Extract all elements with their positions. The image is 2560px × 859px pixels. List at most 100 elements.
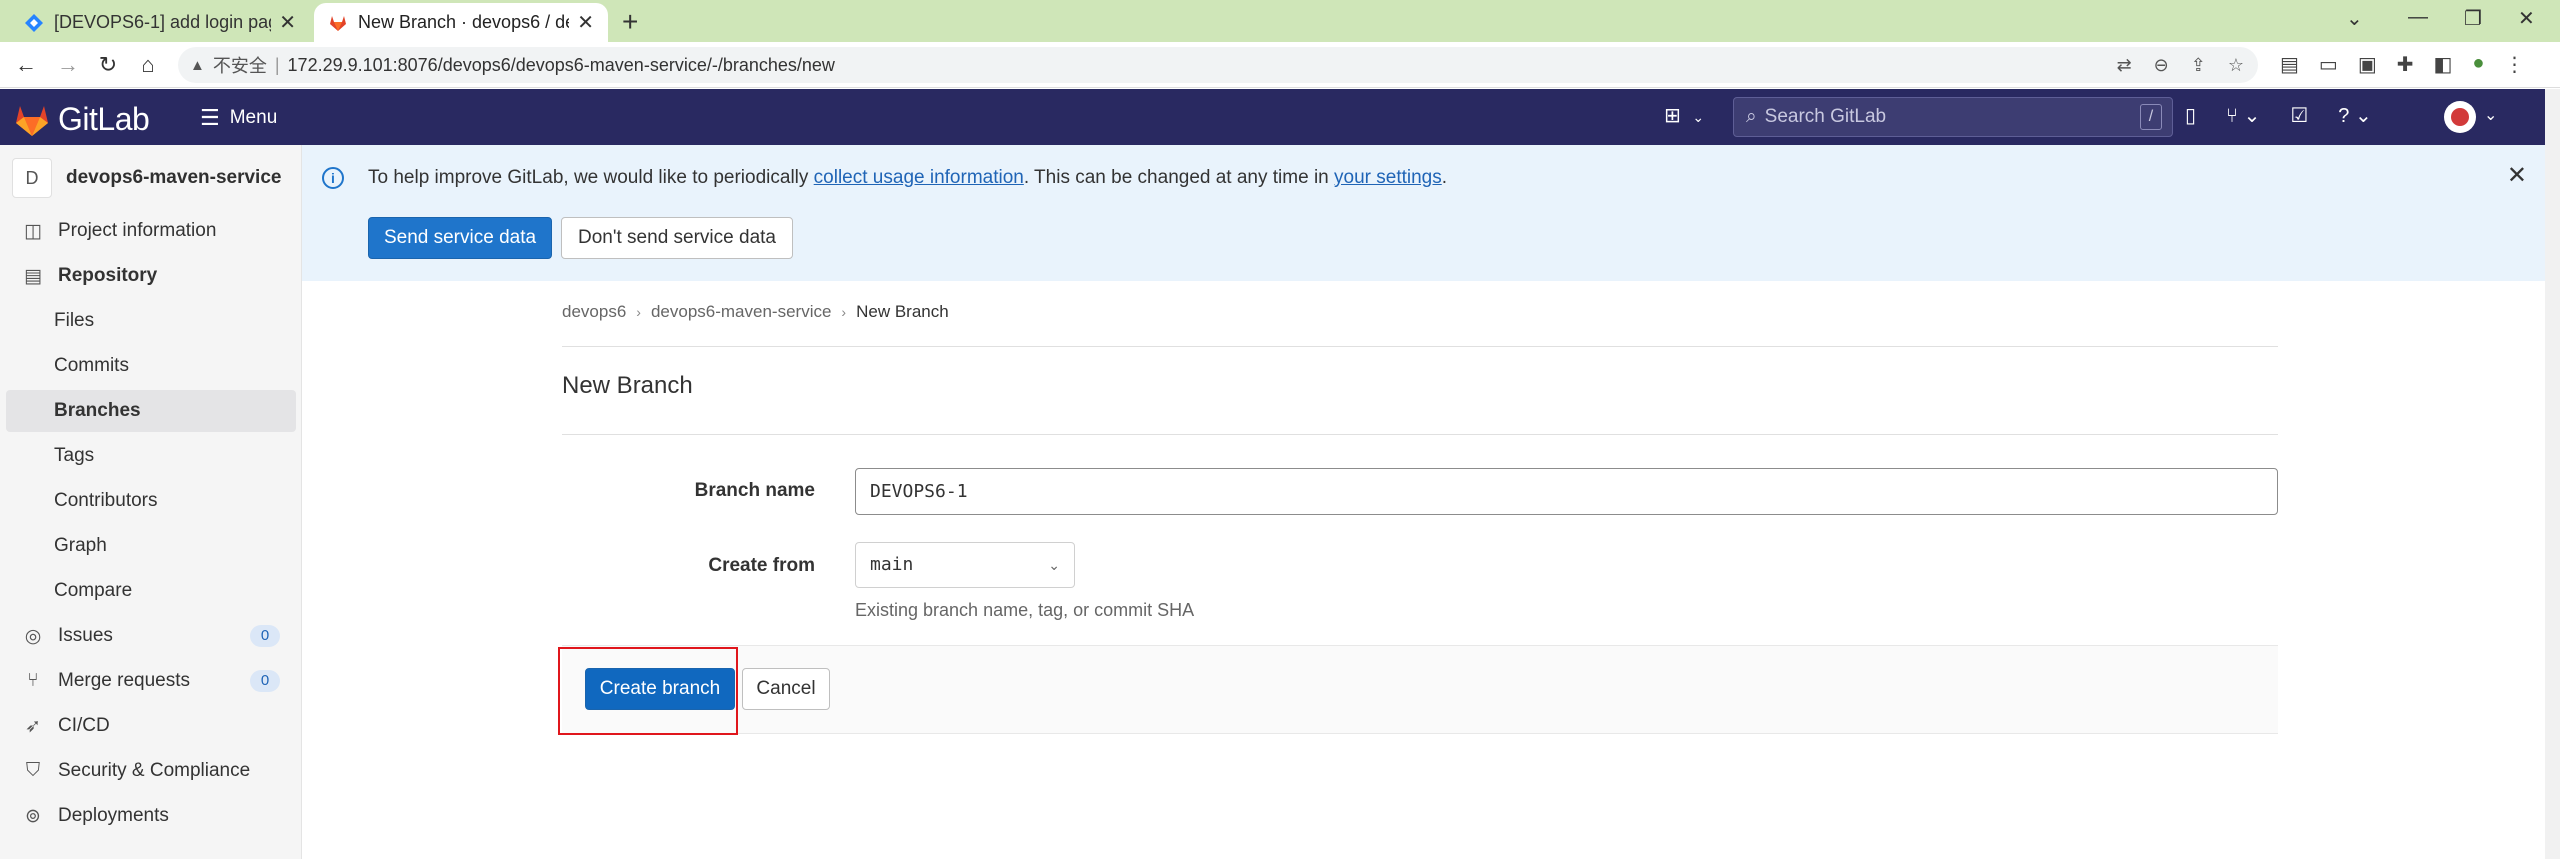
close-icon[interactable]: ✕ (279, 10, 296, 35)
profile-icon[interactable]: ● (2472, 52, 2484, 77)
chevron-down-icon[interactable]: ⌄ (2484, 105, 2497, 125)
new-dropdown[interactable]: ⊞ ⌄ (1664, 103, 1704, 128)
help-icon[interactable]: ? ⌄ (2338, 103, 2371, 128)
page-title: New Branch (562, 372, 693, 399)
banner-text: . This can be changed at any time in (1023, 167, 1335, 188)
sidebar-item-contributors[interactable]: Contributors (6, 480, 296, 522)
jira-icon (24, 13, 44, 33)
chevron-down-icon: ⌄ (1048, 557, 1060, 573)
avatar[interactable] (2444, 101, 2476, 133)
warning-icon: ▲ (190, 56, 205, 74)
back-arrow-icon[interactable]: ← (12, 51, 40, 79)
document-icon: ▤ (24, 265, 42, 287)
share-icon[interactable]: ⇪ (2191, 55, 2206, 76)
browser-tab-gitlab[interactable]: New Branch · devops6 / devop ✕ (314, 3, 608, 42)
breadcrumb-link-project[interactable]: devops6-maven-service (651, 302, 831, 322)
insecure-label: 不安全 (212, 56, 267, 76)
sidebar-item-label: Merge requests (58, 670, 191, 691)
banner-message: To help improve GitLab, we would like to… (368, 167, 1447, 189)
cancel-button[interactable]: Cancel (742, 668, 830, 710)
sidebar-item-deployments[interactable]: ⊚ Deployments (6, 795, 296, 837)
browser-tab-strip: [DEVOPS6-1] add login page ✕ New Branch … (0, 0, 2560, 42)
hamburger-icon: ☰ (200, 105, 220, 130)
chevron-right-icon: › (841, 304, 847, 320)
close-icon[interactable]: ✕ (2507, 161, 2527, 190)
close-icon[interactable]: ✕ (577, 10, 594, 35)
extensions-puzzle-icon[interactable]: ✚ (2397, 52, 2414, 77)
your-settings-link[interactable]: your settings (1334, 167, 1442, 188)
create-from-value: main (870, 554, 914, 575)
home-icon[interactable]: ⌂ (134, 51, 162, 79)
chevron-right-icon: › (636, 304, 641, 320)
sidebar-item-project-information[interactable]: ◫ Project information (6, 210, 296, 252)
sidebar-item-label: Security & Compliance (58, 760, 251, 781)
side-panel-icon[interactable]: ◧ (2433, 52, 2452, 77)
project-sidebar: D devops6-maven-service ◫ Project inform… (0, 145, 302, 859)
sidebar-item-label: Compare (54, 580, 133, 601)
zoom-icon[interactable]: ⊖ (2154, 55, 2169, 76)
deployments-icon: ⊚ (25, 805, 41, 827)
translate-icon[interactable]: ⇄ (2117, 55, 2132, 76)
minimize-icon[interactable]: — (2408, 6, 2428, 29)
scrollbar[interactable] (2545, 89, 2560, 859)
sidebar-item-issues[interactable]: ◎ Issues 0 (6, 615, 296, 657)
bookmark-star-icon[interactable]: ☆ (2228, 55, 2244, 76)
sidebar-item-tags[interactable]: Tags (6, 435, 296, 477)
new-tab-plus-icon[interactable]: + (622, 6, 638, 38)
info-book-icon: ◫ (24, 220, 42, 242)
sidebar-item-label: Issues (58, 625, 113, 646)
extension-screenshot-icon[interactable]: ▣ (2358, 52, 2377, 77)
merge-request-icon[interactable]: ⑂ ⌄ (2226, 103, 2260, 128)
branch-name-input[interactable]: DEVOPS6-1 (855, 468, 2278, 515)
sidebar-item-security-compliance[interactable]: ⛉ Security & Compliance (6, 750, 296, 792)
divider (562, 434, 2278, 435)
search-icon: ⌕ (1746, 106, 1757, 127)
sidebar-item-compare[interactable]: Compare (6, 570, 296, 612)
search-input[interactable]: ⌕ Search GitLab / (1733, 97, 2173, 137)
rocket-icon: ➶ (25, 715, 41, 737)
breadcrumb-current[interactable]: New Branch (856, 302, 949, 322)
tab-search-chevron-icon[interactable]: ⌄ (2346, 6, 2363, 31)
banner-text: . (1441, 167, 1448, 188)
browser-tab-jira[interactable]: [DEVOPS6-1] add login page ✕ (10, 3, 310, 42)
window-close-icon[interactable]: ✕ (2518, 6, 2535, 31)
highlight-annotation (558, 647, 738, 735)
issues-icon[interactable]: ▯ (2185, 103, 2196, 128)
gitlab-logo[interactable]: GitLab (14, 101, 150, 138)
gitlab-brand: GitLab (58, 101, 150, 137)
browser-menu-icon[interactable]: ⋮ (2504, 52, 2524, 77)
url-field[interactable]: ▲ 不安全 | 172.29.9.101:8076/devops6/devops… (178, 47, 2258, 83)
sidebar-item-ci-cd[interactable]: ➶ CI/CD (6, 705, 296, 747)
issues-count-badge: 0 (250, 625, 280, 647)
reload-icon[interactable]: ↻ (94, 51, 122, 79)
sidebar-item-label: Graph (54, 535, 107, 556)
project-avatar: D (12, 158, 52, 198)
chevron-down-icon: ⌄ (1692, 109, 1705, 125)
extension-card-icon[interactable]: ▭ (2319, 52, 2338, 77)
forward-arrow-icon[interactable]: → (54, 51, 82, 79)
sidebar-item-graph[interactable]: Graph (6, 525, 296, 567)
sidebar-project-header[interactable]: D devops6-maven-service (12, 158, 281, 198)
project-name: devops6-maven-service (66, 167, 282, 188)
sidebar-item-repository[interactable]: ▤ Repository (6, 255, 296, 297)
sidebar-item-merge-requests[interactable]: ⑂ Merge requests 0 (6, 660, 296, 702)
todo-check-icon[interactable]: ☑ (2290, 103, 2308, 128)
collect-usage-link[interactable]: collect usage information (814, 167, 1024, 188)
sidebar-item-label: Commits (54, 355, 129, 376)
search-placeholder: Search GitLab (1764, 106, 1887, 127)
breadcrumb-link-group[interactable]: devops6 (562, 302, 626, 322)
create-from-dropdown[interactable]: main ⌄ (855, 542, 1075, 588)
banner-text: To help improve GitLab, we would like to… (368, 167, 814, 188)
send-service-data-button[interactable]: Send service data (368, 217, 552, 259)
dont-send-service-data-button[interactable]: Don't send service data (561, 217, 793, 259)
tab-label: New Branch · devops6 / devop (358, 12, 569, 32)
sidebar-item-branches[interactable]: Branches (6, 390, 296, 432)
sidebar-item-label: Repository (58, 265, 158, 286)
sidebar-item-commits[interactable]: Commits (6, 345, 296, 387)
menu-button[interactable]: ☰ Menu (200, 105, 277, 131)
restore-icon[interactable]: ❐ (2464, 6, 2482, 31)
info-icon: i (322, 167, 344, 189)
extension-reader-icon[interactable]: ▤ (2280, 52, 2299, 77)
sidebar-item-files[interactable]: Files (6, 300, 296, 342)
search-shortcut-badge: / (2140, 104, 2162, 130)
